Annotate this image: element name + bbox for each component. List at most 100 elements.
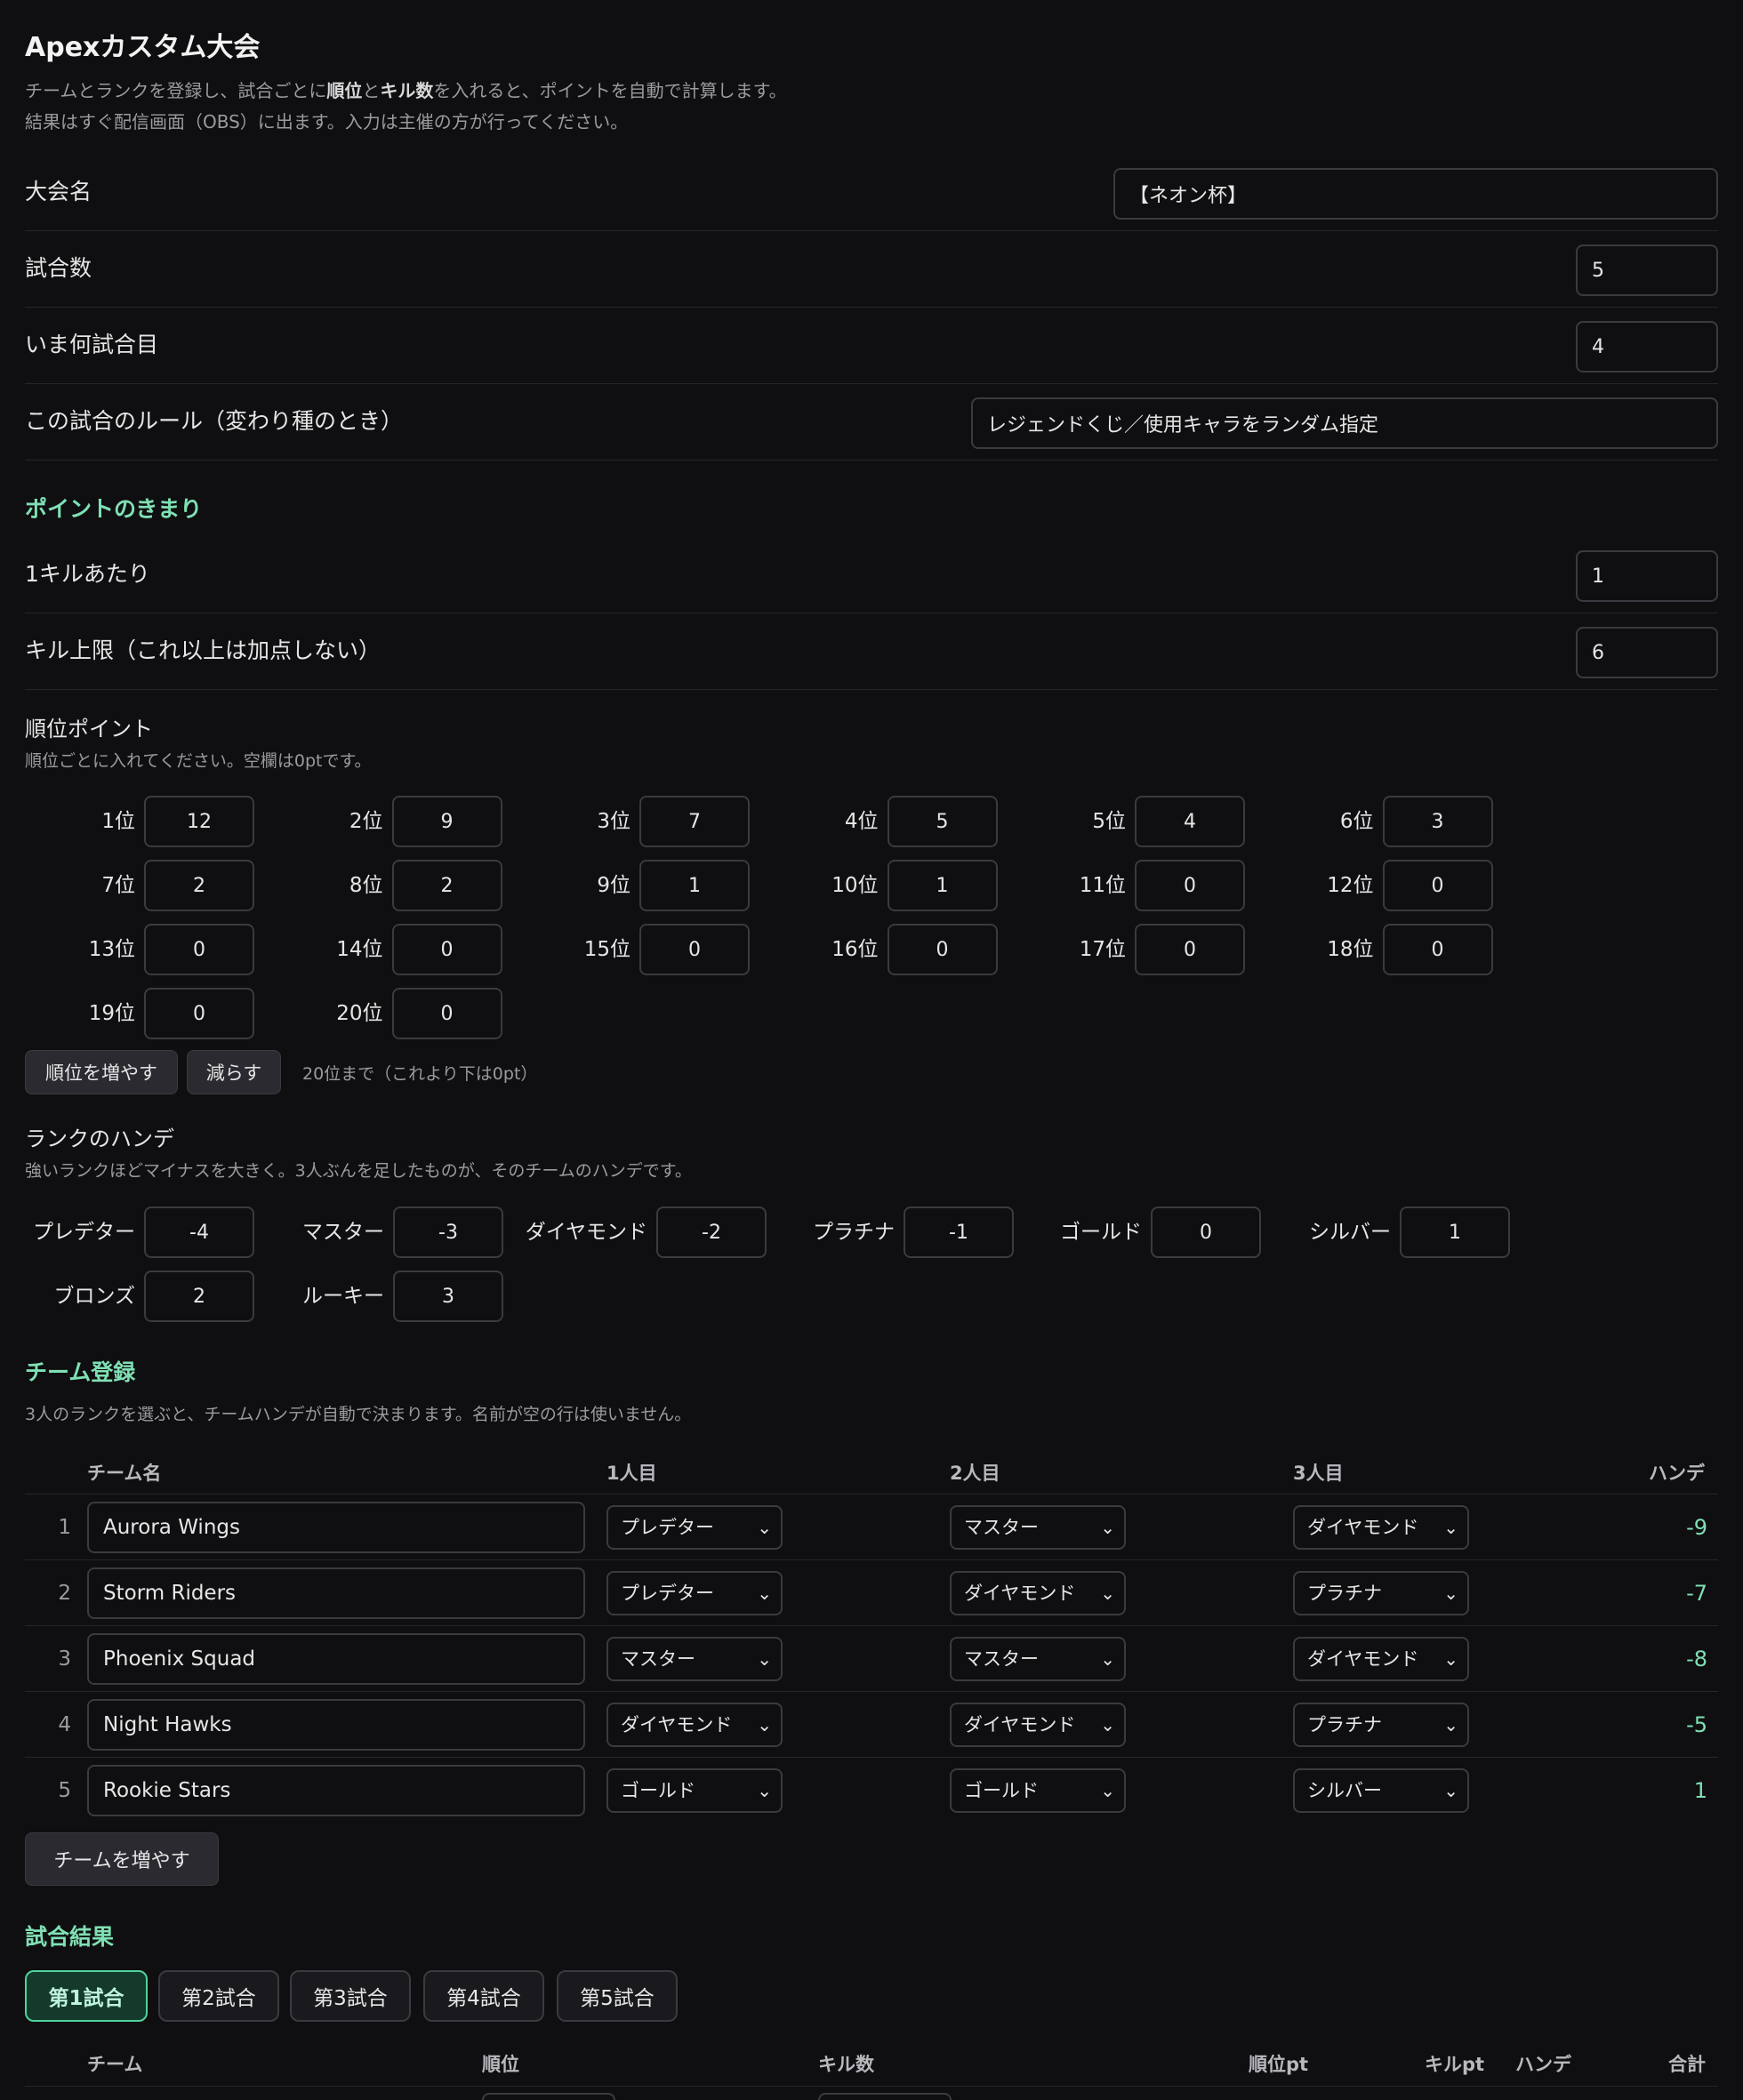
chevron-down-icon: ⌄: [1443, 1583, 1458, 1604]
placement-points-title: 順位ポイント: [25, 717, 153, 741]
team-row-number: 3: [58, 1647, 71, 1671]
col-header-handicap: ハンデ: [1649, 1463, 1705, 1484]
results-col-handicap: ハンデ: [1515, 2054, 1571, 2075]
results-kills-input[interactable]: [818, 2093, 952, 2100]
tournament-name-input[interactable]: [1113, 168, 1718, 220]
chevron-down-icon: ⌄: [1100, 1648, 1115, 1670]
placement-points-input[interactable]: [144, 860, 254, 911]
team-name-input[interactable]: [87, 1502, 585, 1553]
tab-match-1[interactable]: 第1試合: [25, 1970, 148, 2022]
chevron-down-icon: ⌄: [1443, 1648, 1458, 1670]
add-rank-button[interactable]: 順位を増やす: [25, 1050, 178, 1094]
team-name-input[interactable]: [87, 1699, 585, 1751]
remove-rank-button[interactable]: 減らす: [187, 1050, 281, 1094]
handicap-value-input[interactable]: [144, 1270, 254, 1322]
rank-select-value: ダイヤモンド: [964, 1714, 1076, 1735]
team-name-input[interactable]: [87, 1567, 585, 1619]
tournament-name-label: 大会名: [25, 179, 92, 204]
rank-select-p2[interactable]: ゴールド ⌄: [950, 1768, 1126, 1813]
placement-points-input[interactable]: [391, 860, 502, 911]
rank-select-p2[interactable]: マスター ⌄: [950, 1637, 1126, 1681]
chevron-down-icon: ⌄: [757, 1780, 772, 1801]
placement-points-input[interactable]: [1382, 924, 1493, 975]
match-count-input[interactable]: [1576, 244, 1718, 296]
placement-points-input[interactable]: [1135, 924, 1245, 975]
tab-match-2[interactable]: 第2試合: [158, 1970, 279, 2022]
match-count-label: 試合数: [25, 255, 92, 281]
rank-select-value: プラチナ: [1307, 1583, 1382, 1604]
results-place-input[interactable]: [482, 2093, 615, 2100]
rank-select-value: プラチナ: [1307, 1714, 1382, 1735]
team-row-number: 1: [58, 1516, 71, 1539]
placement-points-input[interactable]: [887, 796, 998, 847]
app-page: Apexカスタム大会 チームとランクを登録し、試合ごとに順位とキル数を入れると、…: [0, 0, 1743, 2100]
rank-select-p3[interactable]: ダイヤモンド ⌄: [1293, 1637, 1469, 1681]
tab-match-4[interactable]: 第4試合: [423, 1970, 544, 2022]
placement-points-input[interactable]: [391, 796, 502, 847]
placement-points-input[interactable]: [1135, 796, 1245, 847]
rank-select-value: ゴールド: [621, 1780, 695, 1801]
rank-select-p2[interactable]: マスター ⌄: [950, 1505, 1126, 1550]
rank-select-value: マスター: [964, 1648, 1039, 1670]
rank-select-p1[interactable]: プレデター ⌄: [606, 1571, 783, 1615]
handicap-value-input[interactable]: [904, 1206, 1014, 1258]
rank-select-p1[interactable]: マスター ⌄: [606, 1637, 783, 1681]
handicap-value-input[interactable]: [656, 1206, 767, 1258]
team-name-input[interactable]: [87, 1765, 585, 1816]
placement-points-input[interactable]: [144, 796, 254, 847]
rank-select-p3[interactable]: プラチナ ⌄: [1293, 1703, 1469, 1747]
tab-match-5[interactable]: 第5試合: [557, 1970, 678, 2022]
rank-select-p1[interactable]: ゴールド ⌄: [606, 1768, 783, 1813]
handicap-value-input[interactable]: [1151, 1206, 1261, 1258]
desc-text: と: [362, 80, 381, 101]
handicap-note: 強いランクほどマイナスを大きく。3人ぶんを足したものが、そのチームのハンデです。: [25, 1161, 692, 1181]
handicap-value-input[interactable]: [1400, 1206, 1510, 1258]
placement-points-input[interactable]: [639, 924, 750, 975]
rank-select-value: ダイヤモンド: [1307, 1517, 1419, 1538]
rank-select-p3[interactable]: シルバー ⌄: [1293, 1768, 1469, 1813]
rank-select-p3[interactable]: プラチナ ⌄: [1293, 1571, 1469, 1615]
match-rule-input[interactable]: [971, 397, 1718, 449]
results-col-place: 順位: [482, 2054, 519, 2075]
results-col-kill-pt: キルpt: [1425, 2054, 1485, 2075]
rank-select-value: シルバー: [1307, 1780, 1382, 1801]
team-name-input[interactable]: [87, 1633, 585, 1685]
placement-points-input[interactable]: [639, 860, 750, 911]
kill-cap-input[interactable]: [1576, 627, 1718, 678]
handicap-rank-label: シルバー: [1309, 1221, 1391, 1244]
chevron-down-icon: ⌄: [1100, 1780, 1115, 1801]
rank-select-p2[interactable]: ダイヤモンド ⌄: [950, 1703, 1126, 1747]
placement-points-input[interactable]: [1382, 860, 1493, 911]
handicap-title: ランクのハンデ: [25, 1126, 174, 1151]
placement-points-input[interactable]: [1382, 796, 1493, 847]
add-team-button[interactable]: チームを増やす: [25, 1832, 219, 1886]
tab-match-3[interactable]: 第3試合: [290, 1970, 411, 2022]
placement-points-input[interactable]: [887, 924, 998, 975]
col-header-player3: 3人目: [1293, 1463, 1344, 1484]
placement-points-input[interactable]: [144, 924, 254, 975]
per-kill-input[interactable]: [1576, 550, 1718, 602]
rank-select-p2[interactable]: ダイヤモンド ⌄: [950, 1571, 1126, 1615]
handicap-value-input[interactable]: [393, 1206, 503, 1258]
chevron-down-icon: ⌄: [757, 1714, 772, 1735]
placement-label: 2位: [349, 810, 383, 833]
placement-points-input[interactable]: [391, 924, 502, 975]
placement-label: 19位: [88, 1002, 135, 1025]
results-col-total: 合計: [1668, 2054, 1706, 2075]
rank-select-p1[interactable]: ダイヤモンド ⌄: [606, 1703, 783, 1747]
placement-points-input[interactable]: [887, 860, 998, 911]
team-row: 4 ダイヤモンド ⌄ ダイヤモンド ⌄ プラチナ ⌄ -5: [25, 1691, 1718, 1758]
rank-select-p1[interactable]: プレデター ⌄: [606, 1505, 783, 1550]
rank-select-p3[interactable]: ダイヤモンド ⌄: [1293, 1505, 1469, 1550]
placement-points-input[interactable]: [144, 988, 254, 1039]
placement-points-input[interactable]: [1135, 860, 1245, 911]
handicap-rank-label: ダイヤモンド: [525, 1221, 647, 1244]
handicap-value-input[interactable]: [393, 1270, 503, 1322]
current-match-input[interactable]: [1576, 321, 1718, 373]
placement-points-input[interactable]: [391, 988, 502, 1039]
placement-points-input[interactable]: [639, 796, 750, 847]
handicap-value-input[interactable]: [144, 1206, 254, 1258]
match-rule-row: この試合のルール（変わり種のとき）: [25, 383, 1718, 461]
team-row: 5 ゴールド ⌄ ゴールド ⌄ シルバー ⌄ 1: [25, 1757, 1718, 1823]
per-kill-label: 1キルあたり: [25, 561, 150, 587]
